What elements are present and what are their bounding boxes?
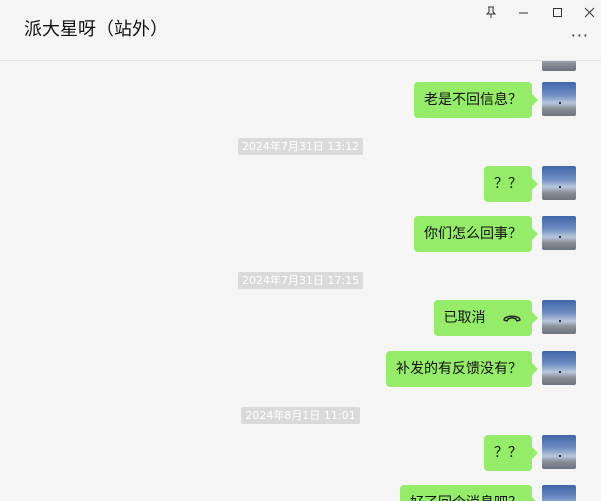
message-row: 老是不回信息？ [414, 82, 576, 118]
message-row: 好了回个消息吧？ [400, 485, 576, 501]
message-row [498, 61, 576, 71]
message-bubble[interactable]: 你们怎么回事？ [414, 216, 538, 252]
message-row: ？？ [484, 166, 576, 202]
avatar[interactable] [542, 300, 576, 334]
message-bubble[interactable]: ？？ [484, 435, 538, 471]
timestamp: 2024年7月31日 17:15 [0, 269, 601, 289]
avatar[interactable] [542, 351, 576, 385]
avatar[interactable] [542, 485, 576, 501]
message-row: 补发的有反馈没有？ [386, 351, 576, 387]
timestamp-text: 2024年8月1日 11:01 [241, 407, 360, 424]
minimize-icon[interactable] [508, 2, 538, 22]
message-bubble[interactable]: ？？ [484, 166, 538, 202]
chat-header: 派大星呀（站外） ··· [0, 0, 601, 61]
timestamp: 2024年8月1日 11:01 [0, 404, 601, 424]
timestamp: 2024年7月31日 13:12 [0, 135, 601, 155]
avatar[interactable] [542, 82, 576, 116]
chat-title: 派大星呀（站外） [24, 19, 168, 40]
close-icon[interactable] [574, 2, 601, 22]
avatar[interactable] [542, 166, 576, 200]
message-row: 已取消 [433, 300, 576, 336]
pin-icon[interactable] [476, 2, 506, 22]
maximize-icon[interactable] [542, 2, 572, 22]
more-options-icon[interactable]: ··· [571, 28, 589, 44]
avatar[interactable] [542, 61, 576, 71]
message-bubble[interactable]: 老是不回信息？ [414, 82, 538, 118]
message-row: ？？ [484, 435, 576, 471]
timestamp-text: 2024年7月31日 17:15 [237, 272, 364, 289]
message-list[interactable]: 老是不回信息？ 2024年7月31日 13:12 ？？ 你们怎么回事？ 2024… [0, 61, 601, 501]
timestamp-text: 2024年7月31日 13:12 [237, 138, 364, 155]
call-status-text: 已取消 [443, 310, 486, 326]
avatar[interactable] [542, 216, 576, 250]
message-row: 你们怎么回事？ [414, 216, 576, 252]
chat-window: 派大星呀（站外） ··· 老是不回信息？ 2024年7月31日 13:12 ？？… [0, 0, 601, 501]
phone-hangup-icon [503, 315, 521, 322]
call-bubble[interactable]: 已取消 [433, 300, 539, 336]
message-bubble[interactable]: 好了回个消息吧？ [400, 485, 538, 501]
avatar[interactable] [542, 435, 576, 469]
message-bubble[interactable]: 补发的有反馈没有？ [386, 351, 538, 387]
